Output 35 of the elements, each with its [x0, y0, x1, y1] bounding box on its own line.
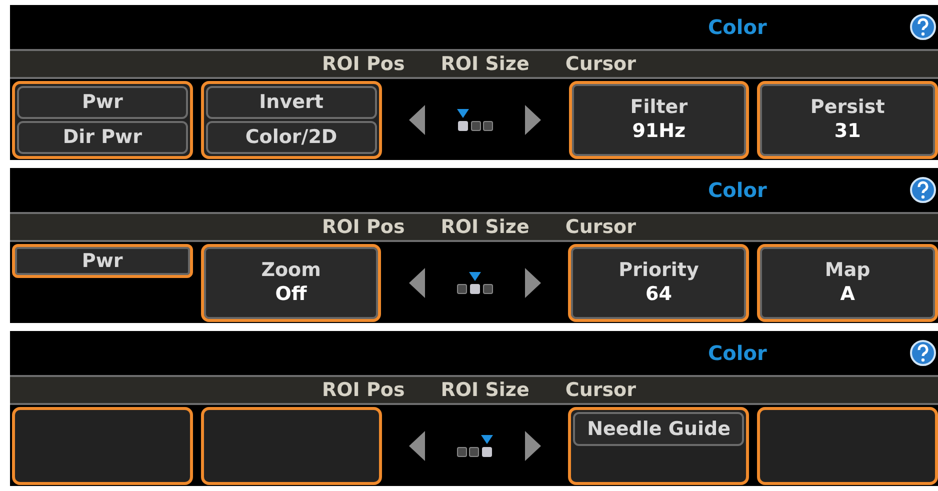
menu-tab[interactable]: Cursor [565, 218, 636, 236]
help-icon[interactable] [910, 177, 936, 203]
menu-tab[interactable]: ROI Size [440, 54, 530, 74]
left-arrow-icon[interactable] [408, 431, 425, 461]
left-arrow-icon[interactable] [408, 268, 425, 298]
indicator-icon [457, 109, 470, 118]
control-button[interactable]: Dir Pwr [17, 121, 188, 154]
help-icon[interactable] [910, 14, 936, 40]
control-button[interactable]: Needle Guide [573, 412, 744, 446]
menu-tab[interactable]: ROI Size [440, 380, 530, 400]
control-button[interactable]: Color/2D [206, 121, 377, 154]
indicator-icon [480, 435, 493, 444]
menu-tab[interactable]: ROI Size [440, 218, 530, 236]
menu-tab[interactable]: ROI Pos [322, 218, 405, 236]
right-arrow-icon[interactable] [524, 431, 541, 461]
menu-tab[interactable]: ROI Pos [322, 54, 405, 74]
menu-tab[interactable]: ROI Pos [322, 380, 405, 400]
help-icon[interactable] [910, 340, 936, 366]
control-button[interactable]: Invert [206, 86, 377, 119]
panel-title: Color [708, 177, 767, 204]
indicator-icon [468, 272, 481, 281]
value-button[interactable]: Priority 64 [568, 244, 750, 322]
value-button[interactable]: Filter 91Hz [568, 81, 750, 159]
control-button[interactable]: Pwr [17, 86, 188, 119]
menu-tab[interactable]: Cursor [565, 54, 636, 74]
right-arrow-icon[interactable] [524, 268, 541, 298]
control-button[interactable]: Pwr [12, 244, 193, 278]
panel-title: Color [708, 14, 767, 41]
panel-title: Color [708, 340, 767, 367]
value-button[interactable]: Map A [757, 244, 938, 322]
right-arrow-icon[interactable] [525, 105, 542, 135]
value-button[interactable]: Zoom Off [200, 244, 382, 322]
left-arrow-icon[interactable] [409, 105, 426, 135]
menu-tab[interactable]: Cursor [565, 380, 636, 400]
value-button[interactable]: Persist 31 [757, 81, 938, 159]
